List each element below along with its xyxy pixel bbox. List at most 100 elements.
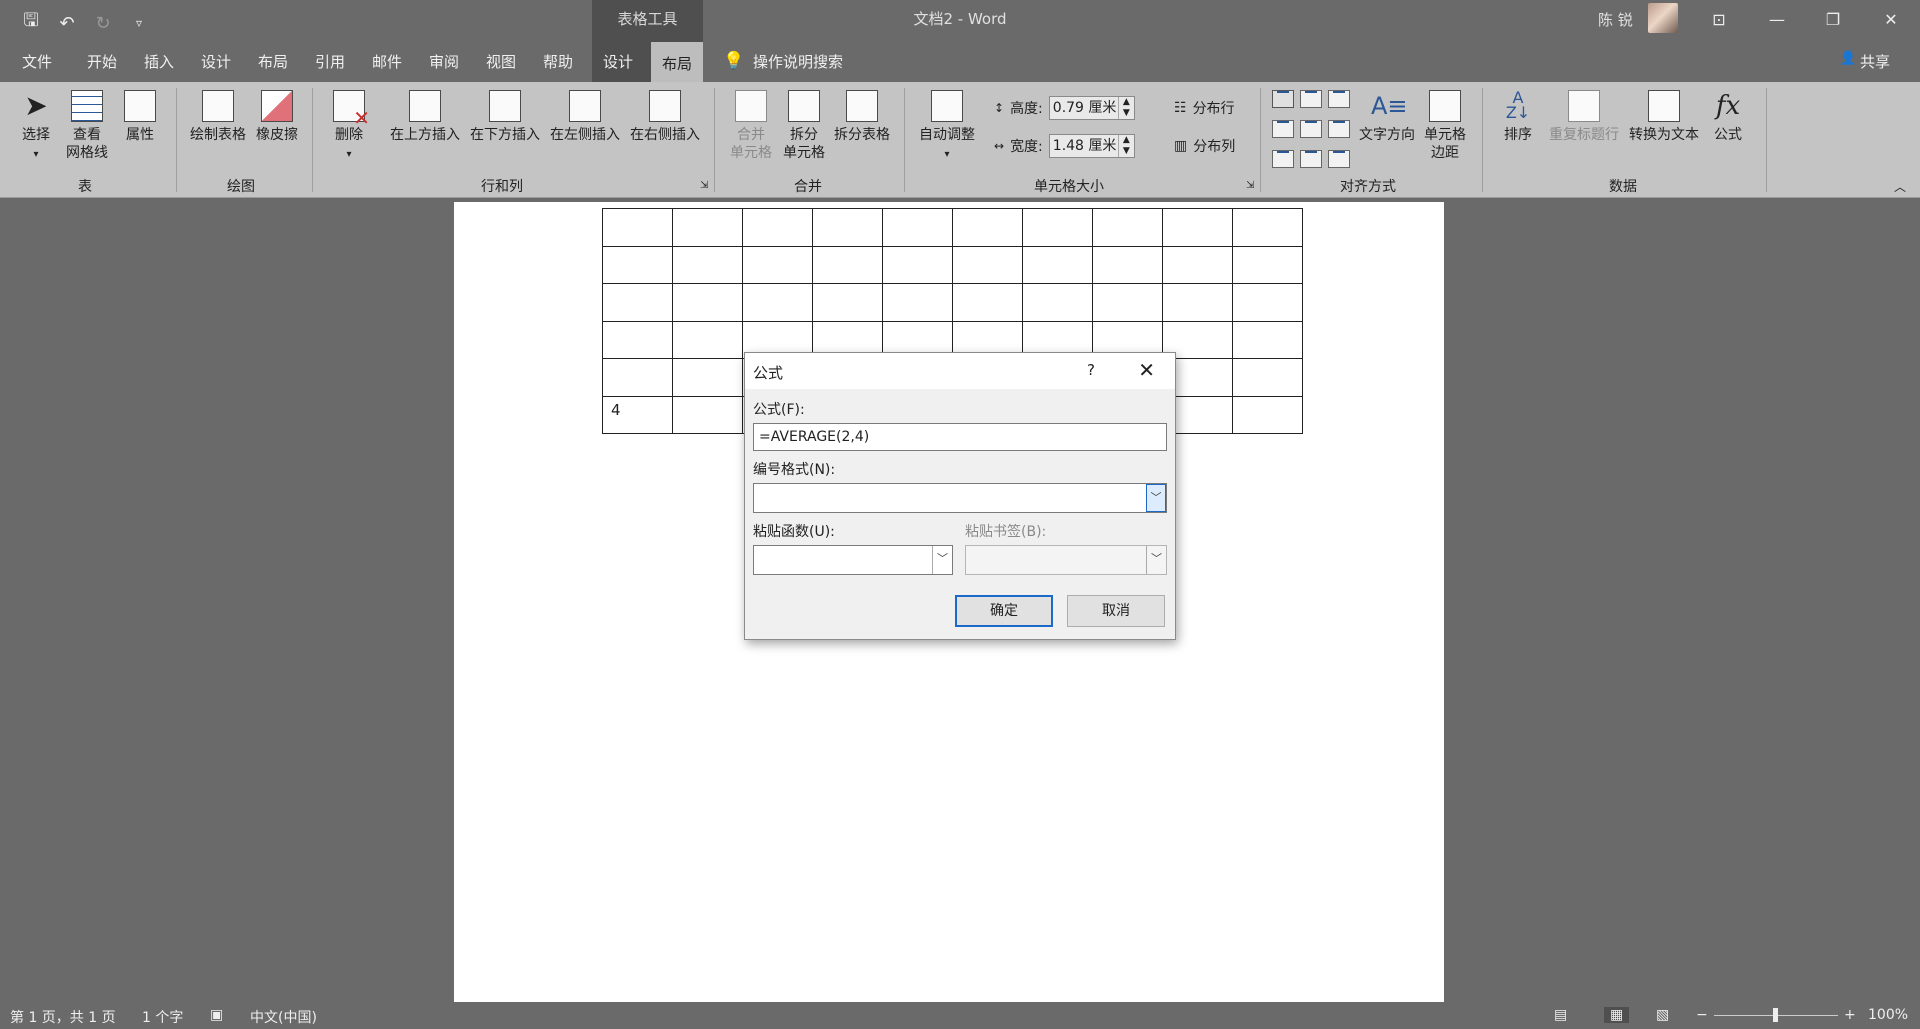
table-cell[interactable] <box>882 245 953 284</box>
help-icon[interactable]: ? <box>1087 361 1095 379</box>
table-cell[interactable] <box>672 320 743 359</box>
insert-above-button[interactable]: 在上方插入 <box>386 90 464 144</box>
table-cell[interactable] <box>672 395 743 434</box>
column-width-input[interactable]: 1.48 厘米 ▲ ▼ <box>1048 134 1135 158</box>
table-cell[interactable] <box>1022 283 1093 322</box>
tab-design[interactable]: 设计 <box>201 51 231 72</box>
table-cell[interactable] <box>952 208 1023 247</box>
table-cell[interactable] <box>1022 208 1093 247</box>
table-cell[interactable] <box>672 208 743 247</box>
table-cell[interactable] <box>1232 208 1303 247</box>
close-button[interactable]: ✕ <box>1876 6 1906 34</box>
table-cell[interactable] <box>602 283 673 322</box>
convert-to-text-button[interactable]: 转换为文本 <box>1624 90 1704 144</box>
align-bottom-right-button[interactable] <box>1328 150 1350 168</box>
align-top-right-button[interactable] <box>1328 90 1350 108</box>
table-cell[interactable] <box>882 208 953 247</box>
table-cell[interactable] <box>812 245 883 284</box>
table-cell[interactable] <box>1232 358 1303 397</box>
align-center-button[interactable] <box>1300 120 1322 138</box>
cancel-button[interactable]: 取消 <box>1067 595 1165 627</box>
table-cell[interactable] <box>952 245 1023 284</box>
zoom-out-button[interactable]: − <box>1696 1007 1708 1023</box>
distribute-rows-button[interactable]: ☷ 分布行 <box>1174 98 1235 118</box>
table-cell[interactable] <box>1162 245 1233 284</box>
tab-view[interactable]: 视图 <box>486 51 516 72</box>
share-button[interactable]: 共享 <box>1860 51 1890 72</box>
tab-help[interactable]: 帮助 <box>543 51 573 72</box>
print-layout-icon[interactable]: ▦ <box>1604 1007 1630 1023</box>
zoom-level[interactable]: 100% <box>1868 1007 1908 1023</box>
table-cell[interactable] <box>1232 395 1303 434</box>
paste-function-select[interactable]: ﹀ <box>753 545 953 575</box>
page-count[interactable]: 第 1 页，共 1 页 <box>10 1007 116 1027</box>
language-indicator[interactable]: 中文(中国) <box>250 1007 317 1027</box>
number-format-combo[interactable]: ﹀ <box>753 483 1167 513</box>
tab-home[interactable]: 开始 <box>87 51 117 72</box>
dialog-titlebar[interactable]: 公式 ? ✕ <box>745 353 1175 389</box>
dialog-launcher-icon[interactable]: ⇲ <box>1246 180 1254 191</box>
table-cell[interactable] <box>1232 283 1303 322</box>
distribute-columns-button[interactable]: ▥ 分布列 <box>1174 136 1235 156</box>
merge-cells-button[interactable]: 合并 单元格 <box>724 90 778 162</box>
tab-insert[interactable]: 插入 <box>144 51 174 72</box>
tab-table-layout[interactable]: 布局 <box>651 42 703 82</box>
split-table-button[interactable]: 拆分表格 <box>830 90 894 144</box>
align-top-center-button[interactable] <box>1300 90 1322 108</box>
table-cell[interactable] <box>1022 245 1093 284</box>
table-cell[interactable] <box>1092 208 1163 247</box>
avatar[interactable] <box>1648 3 1678 33</box>
ribbon-display-options-button[interactable]: ⊡ <box>1704 6 1734 34</box>
table-cell[interactable] <box>882 283 953 322</box>
draw-table-button[interactable]: 绘制表格 <box>186 90 250 144</box>
tab-layout[interactable]: 布局 <box>258 51 288 72</box>
tab-review[interactable]: 审阅 <box>429 51 459 72</box>
split-cells-button[interactable]: 拆分 单元格 <box>778 90 830 162</box>
align-bottom-left-button[interactable] <box>1272 150 1294 168</box>
restore-button[interactable]: ❐ <box>1818 6 1848 34</box>
dialog-launcher-icon[interactable]: ⇲ <box>700 180 708 191</box>
sort-button[interactable]: A Z↓ 排序 <box>1496 90 1540 144</box>
collapse-ribbon-icon[interactable]: ︿ <box>1894 178 1906 195</box>
user-name[interactable]: 陈 锐 <box>1598 9 1633 30</box>
zoom-in-button[interactable]: + <box>1844 1007 1856 1023</box>
tell-me-search[interactable]: 操作说明搜索 <box>753 51 843 72</box>
table-cell[interactable] <box>672 358 743 397</box>
table-cell[interactable] <box>602 245 673 284</box>
table-cell[interactable] <box>742 245 813 284</box>
repeat-header-rows-button[interactable]: 重复标题行 <box>1544 90 1624 144</box>
table-cell[interactable] <box>1162 208 1233 247</box>
tab-file[interactable]: 文件 <box>22 51 52 72</box>
chevron-down-icon[interactable]: ﹀ <box>932 546 952 574</box>
close-icon[interactable]: ✕ <box>1138 358 1155 382</box>
table-cell[interactable] <box>602 208 673 247</box>
zoom-slider-thumb[interactable] <box>1773 1008 1778 1022</box>
word-count[interactable]: 1 个字 <box>142 1007 183 1027</box>
formula-button[interactable]: fx 公式 <box>1706 90 1750 144</box>
insert-right-button[interactable]: 在右侧插入 <box>626 90 704 144</box>
autofit-button[interactable]: 自动调整 ▾ <box>914 90 980 164</box>
read-mode-icon[interactable]: ▤ <box>1554 1007 1567 1023</box>
insert-below-button[interactable]: 在下方插入 <box>466 90 544 144</box>
ok-button[interactable]: 确定 <box>955 595 1053 627</box>
table-cell[interactable] <box>952 283 1023 322</box>
align-center-right-button[interactable] <box>1328 120 1350 138</box>
row-height-input[interactable]: 0.79 厘米 ▲ ▼ <box>1048 96 1135 120</box>
properties-button[interactable]: 属性 <box>118 90 162 144</box>
table-cell[interactable] <box>742 208 813 247</box>
table-cell[interactable] <box>1232 245 1303 284</box>
table-cell[interactable] <box>672 245 743 284</box>
spin-arrows-icon[interactable]: ▲ ▼ <box>1117 97 1134 119</box>
table-cell[interactable] <box>812 283 883 322</box>
tab-mailings[interactable]: 邮件 <box>372 51 402 72</box>
table-cell[interactable]: 4 <box>602 395 673 434</box>
align-bottom-center-button[interactable] <box>1300 150 1322 168</box>
table-cell[interactable] <box>672 283 743 322</box>
select-button[interactable]: ➤ 选择 ▾ <box>14 90 58 164</box>
table-cell[interactable] <box>1162 283 1233 322</box>
table-cell[interactable] <box>602 320 673 359</box>
table-cell[interactable] <box>1092 245 1163 284</box>
insert-left-button[interactable]: 在左侧插入 <box>546 90 624 144</box>
eraser-button[interactable]: 橡皮擦 <box>252 90 302 144</box>
view-gridlines-button[interactable]: 查看 网格线 <box>62 90 112 162</box>
